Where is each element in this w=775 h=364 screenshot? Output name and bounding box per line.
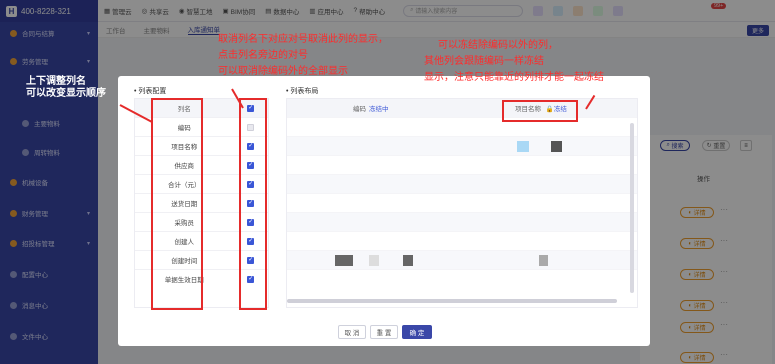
preview-row	[287, 117, 637, 136]
list-layout-title: • 列表布局	[286, 88, 319, 95]
preview-row	[287, 174, 637, 193]
annotation-box-column-names	[151, 98, 203, 310]
preview-row	[287, 155, 637, 174]
list-config-title: • 列表配置	[134, 88, 167, 95]
preview-row	[287, 193, 637, 212]
annotation-freeze-line1: 可以冻结除编码以外的列，	[438, 40, 558, 51]
annotation-freeze-line3: 显示，注意只能靠近的列排才能一起冻结	[424, 72, 604, 83]
preview-row	[287, 212, 637, 231]
preview-cell	[369, 255, 379, 266]
annotation-visibility-line3: 可以取消除编码外的全部显示	[218, 66, 348, 77]
reset-columns-button[interactable]: 重 置	[370, 325, 398, 339]
confirm-button[interactable]: 确 定	[402, 325, 432, 339]
annotation-reorder-line2: 可以改变显示顺序	[26, 88, 106, 99]
layout-preview-table: 编码 冻结中 项目名称 🔒冻结	[286, 98, 638, 308]
preview-row	[287, 250, 637, 269]
preview-row	[287, 231, 637, 250]
preview-cell	[551, 141, 562, 152]
preview-cell	[403, 255, 413, 266]
cancel-button[interactable]: 取 消	[338, 325, 366, 339]
annotation-box-freeze	[502, 100, 578, 122]
preview-cell	[335, 255, 353, 266]
horizontal-scrollbar[interactable]	[287, 299, 617, 303]
vertical-scrollbar[interactable]	[630, 123, 634, 293]
annotation-box-checkboxes	[239, 98, 267, 310]
preview-row	[287, 136, 637, 155]
code-column-header: 编码 冻结中	[353, 106, 389, 113]
preview-row	[287, 269, 637, 288]
code-frozen-label: 冻结中	[369, 106, 389, 113]
annotation-visibility-line1: 取消列名下对应对号取消此列的显示，	[218, 34, 388, 45]
preview-cell	[539, 255, 548, 266]
annotation-reorder-line1: 上下调整列名	[26, 76, 86, 87]
preview-cell	[517, 141, 529, 152]
annotation-freeze-line2: 其他列会跟随编码一样冻结	[424, 56, 544, 67]
annotation-visibility-line2: 点击列名旁边的对号	[218, 50, 308, 61]
